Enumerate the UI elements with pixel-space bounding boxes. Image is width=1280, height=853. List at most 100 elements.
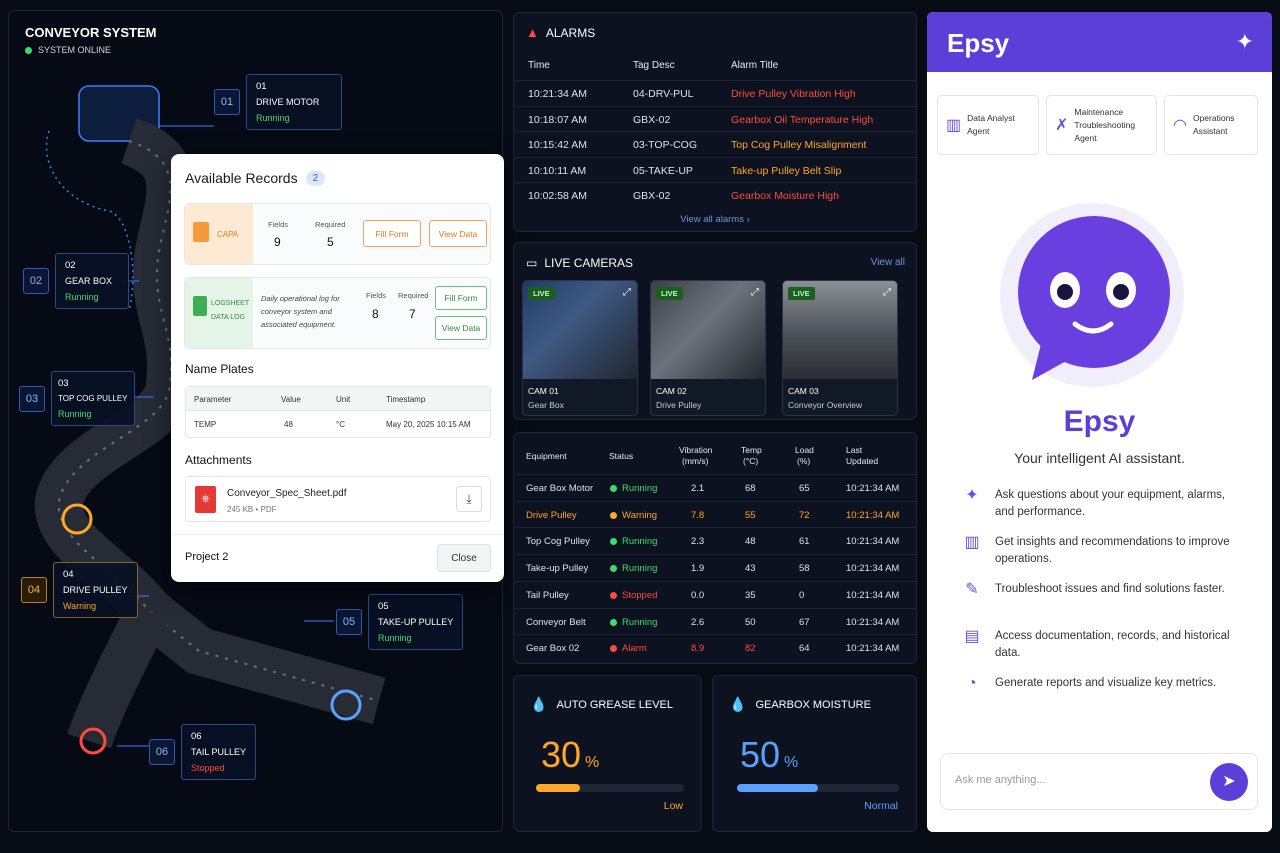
required-label: Required <box>398 291 429 300</box>
col-value: Value <box>281 395 301 404</box>
node-code: 05 <box>378 601 389 612</box>
status-dot <box>610 565 617 573</box>
camera-tile-1[interactable]: LIVE ⤢ CAM 01 Gear Box <box>522 280 638 416</box>
agent-label: Maintenance Troubleshooting Agent <box>1074 106 1135 145</box>
table-row[interactable]: Drive Pulley Warning 7.8 55 72 10:21:34 … <box>514 500 916 528</box>
system-status: SYSTEM ONLINE <box>25 45 111 55</box>
epsy-mascot-icon <box>1000 203 1184 387</box>
sparkle-icon[interactable]: ✦ <box>1236 29 1254 55</box>
alarm-tag: 03-TOP-COG <box>633 139 697 151</box>
node-number: 01 <box>214 89 240 115</box>
attachment-item[interactable]: ⎈ Conveyor_Spec_Sheet.pdf 245 KB • PDF ⤓ <box>185 476 491 522</box>
capa-label-block: CAPA <box>185 204 253 264</box>
equipment-name: Gear Box 02 <box>526 643 580 655</box>
col-vibration-unit: (mm/s) <box>682 456 709 466</box>
status-text: Running <box>622 483 658 494</box>
node-number: 06 <box>149 739 175 765</box>
table-row[interactable]: Top Cog Pulley Running 2.3 48 61 10:21:3… <box>514 527 916 554</box>
alarm-row[interactable]: 10:10:11 AM 05-TAKE-UP Take-up Pulley Belt… <box>514 156 916 182</box>
view-all-alarms-label: View all alarms <box>680 214 744 225</box>
node-take-up-pulley[interactable]: 05 05 TAKE-UP PULLEY Running <box>336 594 464 650</box>
col-alarm-title: Alarm Title <box>731 60 779 71</box>
operations-assistant-button[interactable]: ◠ Operations Assistant <box>1164 95 1258 155</box>
moisture-value: 50% <box>740 734 798 776</box>
alarm-row[interactable]: 10:21:34 AM 04-DRV-PUL Drive Pulley Vibrat… <box>514 80 916 105</box>
view-all-alarms-link[interactable]: View all alarms › <box>514 214 916 225</box>
node-top-cog-pulley[interactable]: 03 03 TOP COG PULLEY Running <box>19 371 135 426</box>
view-all-cameras-link[interactable]: View all <box>871 257 905 268</box>
agent-label: Data Analyst Agent <box>967 112 1015 138</box>
spreadsheet-icon <box>193 296 207 316</box>
logsheet-label-block: LOGSHEET DATA LOG <box>185 278 253 348</box>
expand-icon[interactable]: ⤢ <box>751 287 759 298</box>
node-code: 01 <box>256 81 267 92</box>
equipment-status: Running <box>610 483 657 494</box>
grease-unit: % <box>585 754 600 771</box>
expand-icon[interactable]: ⤢ <box>883 287 891 298</box>
alarm-row[interactable]: 10:15:42 AM 03-TOP-COG Top Cog Pulley Misa… <box>514 131 916 156</box>
close-button[interactable]: Close <box>437 544 491 572</box>
load-value: 65 <box>799 483 810 494</box>
modal-title-text: Available Records <box>185 170 298 186</box>
node-tail-pulley[interactable]: 06 06 TAIL PULLEY Stopped <box>149 724 257 780</box>
cell-unit: °C <box>336 420 345 429</box>
logsheet-view-data-button[interactable]: View Data <box>435 316 487 340</box>
node-box: 03 TOP COG PULLEY Running <box>51 371 135 426</box>
node-drive-pulley[interactable]: 04 04 DRIVE PULLEY Warning <box>21 562 138 618</box>
modal-title: Available Records 2 <box>185 170 326 186</box>
alarm-row[interactable]: 10:02:58 AM GBX-02 Gearbox Moisture High <box>514 182 916 207</box>
wrench-icon: ✗ <box>1055 116 1069 134</box>
maintenance-agent-button[interactable]: ✗ Maintenance Troubleshooting Agent <box>1046 95 1157 155</box>
agent-label-line: Agent <box>967 126 990 136</box>
project-label: Project 2 <box>185 551 229 563</box>
expand-icon[interactable]: ⤢ <box>623 287 631 298</box>
camera-tile-2[interactable]: LIVE ⤢ CAM 02 Drive Pulley <box>650 280 766 416</box>
moisture-unit: % <box>784 754 799 771</box>
node-code: 02 <box>65 260 76 271</box>
col-time: Time <box>528 60 550 71</box>
table-row[interactable]: Take-up Pulley Running 1.9 43 58 10:21:3… <box>514 554 916 581</box>
last-updated: 10:21:34 AM <box>846 589 900 601</box>
alarm-time: 10:15:42 AM <box>528 139 587 151</box>
fields-label: Fields <box>268 220 289 229</box>
equipment-status: Running <box>610 563 657 574</box>
logsheet-fill-form-button[interactable]: Fill Form <box>435 286 487 310</box>
attachments-title: Attachments <box>185 453 252 467</box>
feature-item: ▤ Access documentation, records, and hist… <box>961 628 1231 662</box>
capa-view-data-button[interactable]: View Data <box>429 220 487 247</box>
document-icon <box>193 222 209 242</box>
send-icon[interactable]: ➤ <box>1210 763 1248 801</box>
chat-input[interactable]: Ask me anything... ➤ <box>940 753 1258 810</box>
node-drive-motor[interactable]: 01 01 DRIVE MOTOR Running <box>214 74 342 130</box>
epsy-tagline: Your intelligent AI assistant. <box>1014 450 1185 466</box>
status-text: Running <box>622 536 658 548</box>
table-row[interactable]: Tail Pulley Stopped 0.0 35 0 10:21:34 AM <box>514 580 916 608</box>
bar-chart-icon: ▥ <box>964 534 980 551</box>
camera-tile-3[interactable]: LIVE ⤢ CAM 03 Conveyor Overview <box>782 280 898 416</box>
alarm-title: Take-up Pulley Belt Slip <box>731 164 842 177</box>
live-badge: LIVE <box>528 287 555 300</box>
camera-desc: Conveyor Overview <box>788 400 863 410</box>
col-last: Last <box>846 445 863 455</box>
col-load: Load <box>795 445 814 455</box>
node-box: 06 TAIL PULLEY Stopped <box>181 724 257 780</box>
node-status: Warning <box>63 601 97 611</box>
moisture-status: Normal <box>864 800 898 812</box>
alarm-row[interactable]: 10:18:07 AM GBX-02 Gearbox Oil Temperature… <box>514 105 916 131</box>
node-box: 01 DRIVE MOTOR Running <box>246 74 342 130</box>
node-name: DRIVE PULLEY <box>63 585 128 595</box>
node-gear-box[interactable]: 02 02 GEAR BOX Running <box>23 253 129 309</box>
load-value: 61 <box>799 536 810 548</box>
last-updated: 10:21:34 AM <box>846 509 900 521</box>
conveyor-title: CONVEYOR SYSTEM <box>25 25 157 40</box>
table-row[interactable]: Conveyor Belt Running 2.6 50 67 10:21:34… <box>514 607 916 635</box>
capa-fill-form-button[interactable]: Fill Form <box>363 220 421 247</box>
cell-timestamp: May 20, 2025 10:15 AM <box>386 420 471 429</box>
feature-text: Get insights and recommendations to impr… <box>995 536 1230 565</box>
grease-title-text: AUTO GREASE LEVEL <box>556 698 674 711</box>
data-analyst-agent-button[interactable]: ▥ Data Analyst Agent <box>937 95 1039 155</box>
download-icon[interactable]: ⤓ <box>456 486 482 512</box>
table-row[interactable]: Gear Box 02 Alarm 8.9 82 64 10:21:34 AM <box>514 634 916 661</box>
table-row[interactable]: Gear Box Motor Running 2.1 68 65 10:21:3… <box>514 474 916 501</box>
alarm-title: Gearbox Moisture High <box>731 190 839 202</box>
